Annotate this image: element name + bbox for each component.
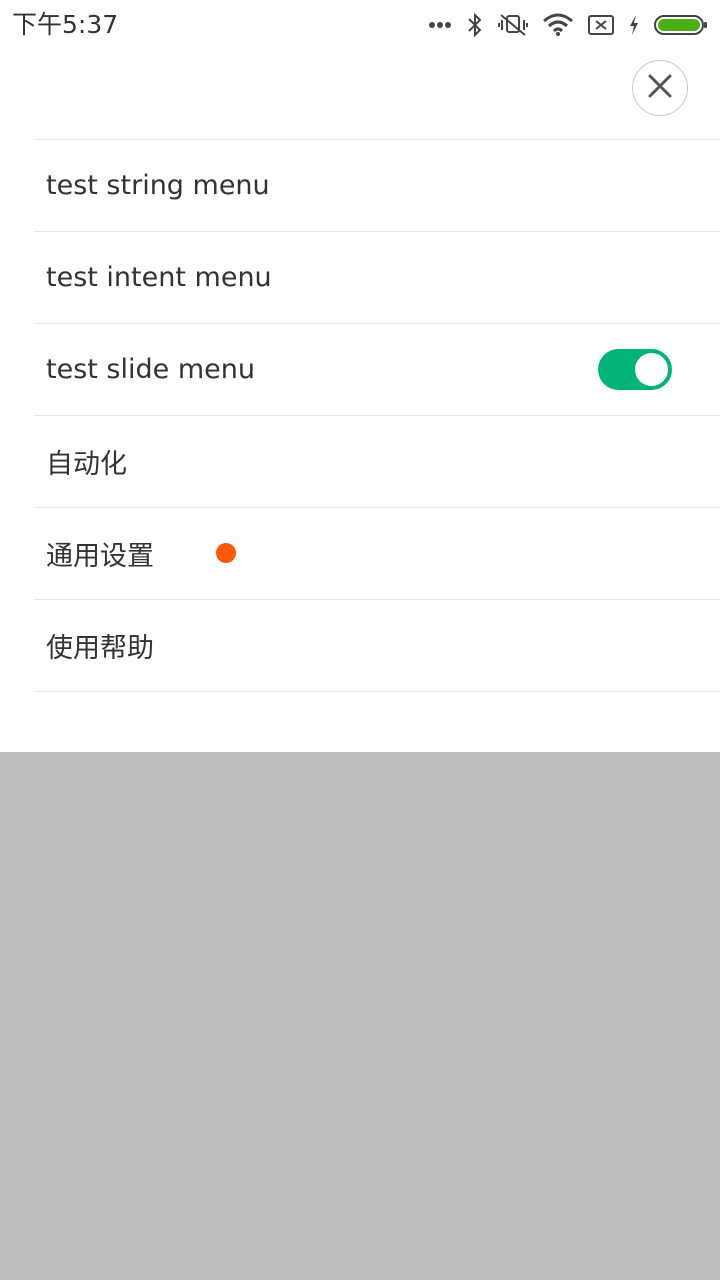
menu-item-help[interactable]: 使用帮助 (34, 600, 720, 692)
charging-icon (628, 14, 640, 36)
status-time: 下午5:37 (12, 10, 119, 39)
vibrate-off-icon (498, 12, 528, 38)
status-bar: 下午5:37 (0, 0, 720, 50)
menu-item-test-slide[interactable]: test slide menu (34, 324, 720, 416)
menu-item-label: 自动化 (46, 449, 127, 480)
notification-badge (216, 543, 236, 563)
no-sim-icon (588, 14, 614, 36)
menu-item-label: test slide menu (46, 354, 255, 385)
toggle-knob (635, 353, 668, 386)
battery-icon (654, 14, 708, 36)
menu-item-label: test string menu (46, 170, 270, 201)
background-scrim[interactable] (0, 752, 720, 1280)
slide-menu-toggle[interactable] (598, 349, 672, 390)
menu-item-label: 使用帮助 (46, 633, 154, 664)
status-icons (428, 8, 708, 42)
menu-sheet: 下午5:37 test string menu test intent menu… (0, 0, 720, 752)
menu-item-label: test intent menu (46, 262, 272, 293)
menu-item-automation[interactable]: 自动化 (34, 416, 720, 508)
wifi-icon (542, 13, 574, 37)
menu-item-label: 通用设置 (46, 541, 154, 572)
more-dots-icon (428, 21, 452, 29)
close-icon (648, 74, 672, 102)
menu-item-general-settings[interactable]: 通用设置 (34, 508, 720, 600)
close-button[interactable] (632, 60, 688, 116)
menu-item-test-intent[interactable]: test intent menu (34, 232, 720, 324)
menu-item-test-string[interactable]: test string menu (34, 140, 720, 232)
bluetooth-icon (466, 12, 484, 38)
menu-list: test string menu test intent menu test s… (34, 139, 720, 692)
